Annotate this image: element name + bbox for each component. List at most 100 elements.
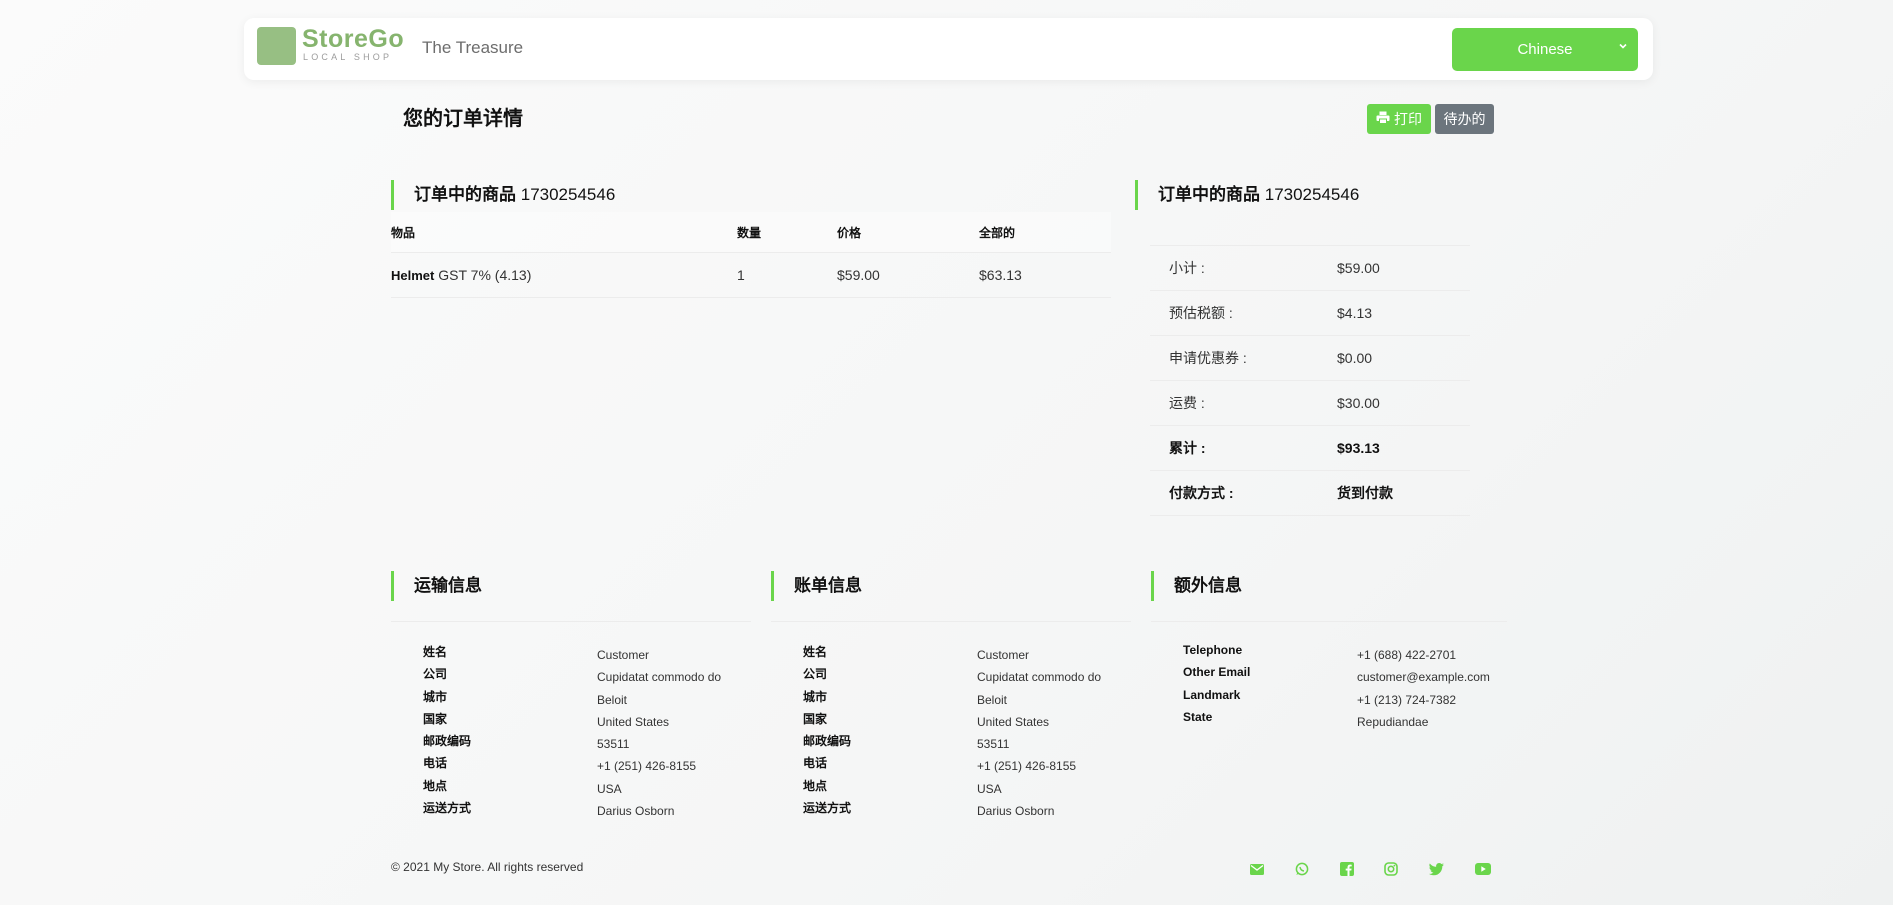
grand-total-value: $93.13 — [1337, 440, 1380, 456]
billing-value: 53511 — [977, 737, 1010, 752]
store-name[interactable]: The Treasure — [422, 38, 523, 58]
facebook-icon[interactable] — [1338, 860, 1356, 878]
extra-info-title: 额外信息 — [1151, 571, 1242, 601]
tax-label: 预估税额 : — [1169, 305, 1233, 321]
billing-label: 城市 — [803, 689, 828, 704]
shipping-value: USA — [597, 781, 622, 796]
print-button-label: 打印 — [1394, 111, 1422, 127]
billing-value: Cupidatat commodo do — [977, 670, 1102, 685]
summary-row-coupon: 申请优惠券 : $0.00 — [1150, 336, 1470, 381]
shipping-value: Beloit — [597, 692, 628, 707]
order-summary: 小计 : $59.00 预估税额 : $4.13 申请优惠券 : $0.00 运… — [1150, 245, 1470, 516]
extra-label: Landmark — [1183, 687, 1241, 702]
shipping-fee-value: $30.00 — [1337, 395, 1380, 411]
extra-value: +1 (213) 724-7382 — [1357, 692, 1457, 707]
shipping-label: 邮政编码 — [423, 734, 472, 749]
coupon-value: $0.00 — [1337, 350, 1373, 366]
order-items-title: 订单中的商品 1730254546 — [391, 180, 615, 210]
tax-value: $4.13 — [1337, 305, 1373, 321]
column-header-quantity: 数量 — [737, 225, 762, 240]
shipping-label: 电话 — [423, 756, 448, 771]
whatsapp-icon[interactable] — [1293, 860, 1311, 878]
table-row: Helmet GST 7% (4.13) 1 $59.00 $63.13 — [391, 253, 1111, 298]
shipping-fee-label: 运费 : — [1169, 395, 1205, 411]
envelope-icon[interactable] — [1248, 860, 1266, 878]
divider — [771, 621, 1131, 622]
item-quantity: 1 — [737, 267, 745, 283]
language-select[interactable]: Chinese — [1452, 28, 1638, 71]
grand-total-label: 累计 : — [1169, 440, 1206, 456]
twitter-icon[interactable] — [1427, 860, 1445, 878]
shipping-labels: 姓名 公司 城市 国家 邮政编码 电话 地点 运送方式 — [423, 643, 471, 821]
order-summary-title-label: 订单中的商品 — [1158, 185, 1260, 204]
billing-label: 公司 — [803, 667, 828, 682]
item-total: $63.13 — [979, 267, 1022, 283]
column-header-price: 价格 — [837, 225, 862, 240]
billing-value: Beloit — [977, 692, 1008, 707]
print-button[interactable]: 打印 — [1367, 104, 1431, 134]
extra-label: Telephone — [1183, 643, 1243, 657]
shipping-label: 运送方式 — [423, 801, 472, 816]
billing-value: +1 (251) 426-8155 — [977, 759, 1077, 774]
summary-row-subtotal: 小计 : $59.00 — [1150, 246, 1470, 291]
summary-row-total: 累计 : $93.13 — [1150, 426, 1470, 471]
shipping-value: Darius Osborn — [597, 804, 675, 819]
summary-row-shipping: 运费 : $30.00 — [1150, 381, 1470, 426]
extra-label: State — [1183, 709, 1213, 724]
order-summary-title: 订单中的商品 1730254546 — [1135, 180, 1359, 210]
item-name: Helmet — [391, 268, 435, 283]
order-items-table: 物品 数量 价格 全部的 Helmet GST 7% (4.13) 1 $59.… — [391, 212, 1111, 298]
item-price: $59.00 — [837, 267, 880, 283]
order-items-title-label: 订单中的商品 — [414, 185, 516, 204]
top-navbar: StoreGo LOCAL SHOP The Treasure Chinese — [244, 18, 1653, 80]
column-header-total: 全部的 — [979, 225, 1016, 240]
summary-order-number: 1730254546 — [1264, 185, 1360, 204]
youtube-icon[interactable] — [1474, 860, 1492, 878]
item-cell: Helmet GST 7% (4.13) — [391, 267, 737, 283]
order-status-button[interactable]: 待办的 — [1435, 104, 1494, 134]
language-select-value: Chinese — [1517, 41, 1573, 58]
billing-value: United States — [977, 714, 1050, 729]
extra-labels: Telephone Other Email Landmark State — [1183, 643, 1250, 732]
billing-labels: 姓名 公司 城市 国家 邮政编码 电话 地点 运送方式 — [803, 643, 851, 821]
summary-row-tax: 预估税额 : $4.13 — [1150, 291, 1470, 336]
chevron-down-icon — [1618, 40, 1628, 54]
billing-label: 邮政编码 — [803, 734, 852, 749]
divider — [391, 621, 751, 622]
subtotal-label: 小计 : — [1169, 260, 1205, 276]
shipping-value: 53511 — [597, 737, 630, 752]
extra-value: customer@example.com — [1357, 670, 1490, 685]
footer-copyright: © 2021 My Store. All rights reserved — [391, 860, 584, 874]
page-title: 您的订单详情 — [403, 108, 523, 130]
shipping-values: Customer Cupidatat commodo do Beloit Uni… — [597, 648, 721, 826]
instagram-icon[interactable] — [1382, 860, 1400, 878]
summary-row-payment: 付款方式 : 货到付款 — [1150, 471, 1470, 516]
payment-method-label: 付款方式 : — [1169, 485, 1234, 501]
coupon-label: 申请优惠券 : — [1169, 350, 1247, 366]
billing-values: Customer Cupidatat commodo do Beloit Uni… — [977, 648, 1101, 826]
billing-info-title: 账单信息 — [771, 571, 862, 601]
logo-icon[interactable] — [257, 27, 296, 65]
shipping-label: 国家 — [423, 711, 448, 726]
billing-label: 运送方式 — [803, 801, 852, 816]
logo-text[interactable]: StoreGo — [302, 26, 404, 52]
column-header-item: 物品 — [391, 225, 416, 240]
printer-icon — [1376, 111, 1390, 127]
shipping-info-title: 运输信息 — [391, 571, 482, 601]
payment-method-value: 货到付款 — [1337, 485, 1393, 501]
shipping-label: 城市 — [423, 689, 448, 704]
extra-label: Other Email — [1183, 665, 1251, 680]
billing-label: 电话 — [803, 756, 828, 771]
shipping-label: 姓名 — [423, 645, 448, 659]
billing-label: 姓名 — [803, 645, 828, 659]
shipping-value: Cupidatat commodo do — [597, 670, 722, 685]
extra-value: Repudiandae — [1357, 714, 1429, 729]
table-header-row: 物品 数量 价格 全部的 — [391, 212, 1111, 253]
order-number: 1730254546 — [520, 185, 616, 204]
divider — [1151, 621, 1507, 622]
shipping-value: Customer — [597, 648, 650, 662]
billing-value: Customer — [977, 648, 1030, 662]
extra-value: +1 (688) 422-2701 — [1357, 648, 1457, 662]
item-tax: GST 7% (4.13) — [438, 267, 532, 283]
shipping-label: 公司 — [423, 667, 448, 682]
